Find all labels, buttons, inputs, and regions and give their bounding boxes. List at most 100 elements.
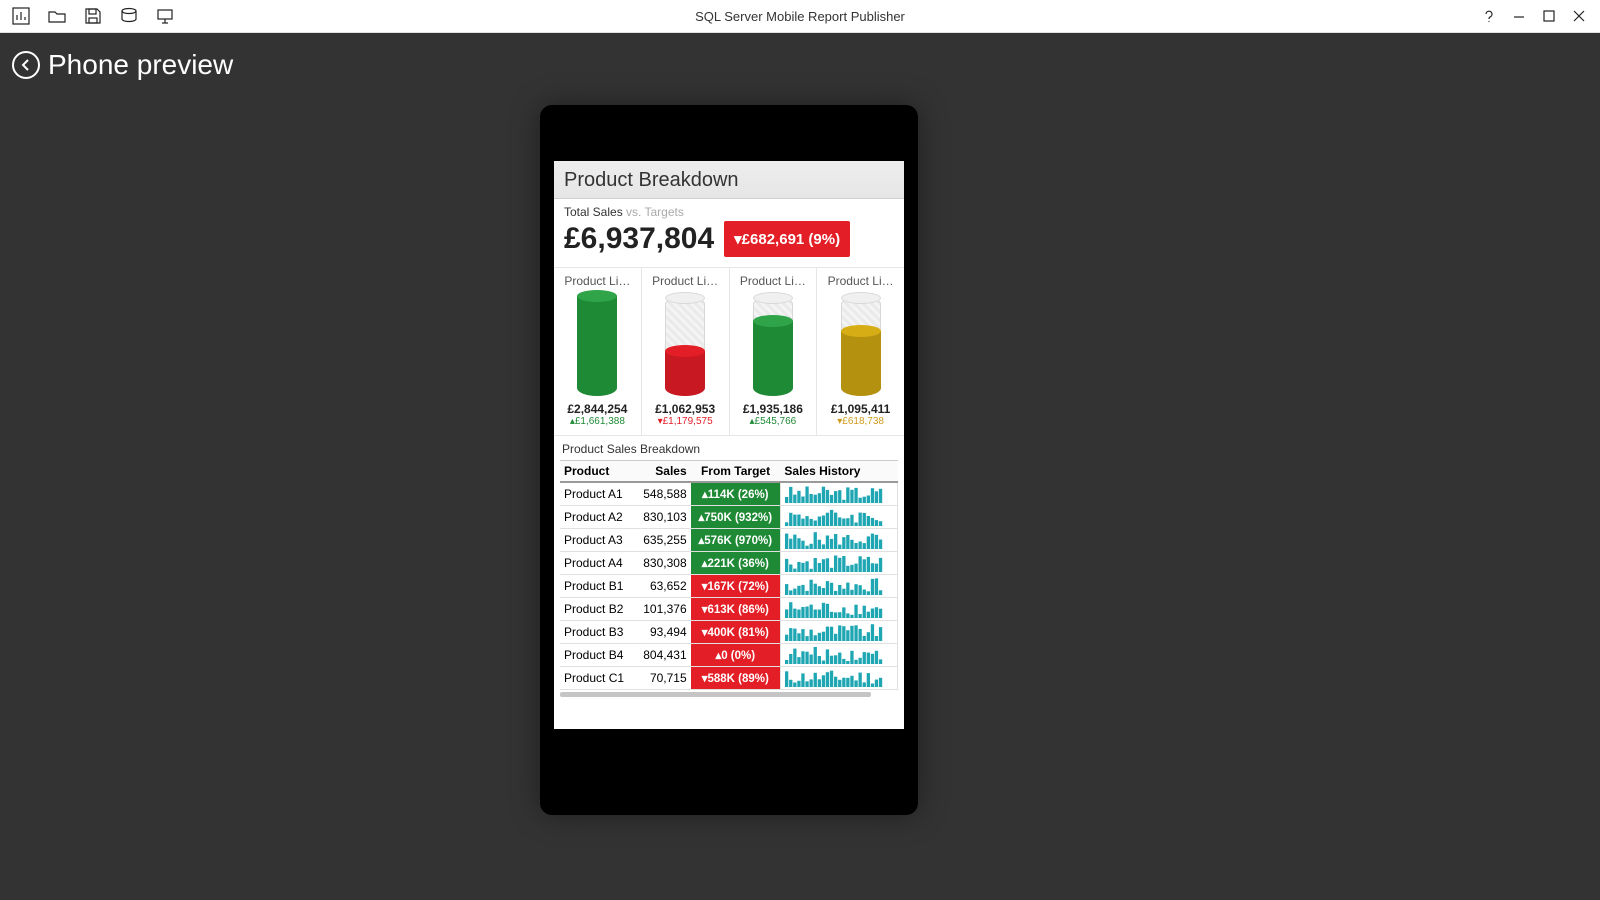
sparkline-icon bbox=[785, 508, 883, 526]
save-icon[interactable] bbox=[84, 7, 102, 25]
cell-sparkline bbox=[780, 552, 897, 575]
report-icon[interactable] bbox=[12, 7, 30, 25]
cylinder-delta: ▾£618,738 bbox=[837, 416, 884, 427]
help-icon[interactable] bbox=[1480, 7, 1498, 25]
cylinder-gauge bbox=[577, 296, 617, 396]
table-row[interactable]: Product A3 635,255 ▴576K (970%) bbox=[560, 529, 898, 552]
sparkline-icon bbox=[785, 531, 883, 549]
cylinder-label: Product Li… bbox=[821, 274, 900, 288]
cell-delta: ▴576K (970%) bbox=[691, 529, 781, 552]
sparkline-icon bbox=[785, 485, 883, 503]
cell-delta: ▾588K (89%) bbox=[691, 667, 781, 690]
cell-sparkline bbox=[780, 667, 897, 690]
table-title: Product Sales Breakdown bbox=[562, 442, 896, 456]
table-row[interactable]: Product A1 548,588 ▴114K (26%) bbox=[560, 482, 898, 506]
titlebar-left-icons bbox=[0, 7, 174, 25]
cell-product: Product A1 bbox=[560, 482, 634, 506]
window-controls bbox=[1480, 7, 1600, 25]
cell-product: Product B1 bbox=[560, 575, 634, 598]
cylinder-card[interactable]: Product Li… £2,844,254 ▴£1,661,388 bbox=[554, 268, 642, 435]
cell-delta: ▴114K (26%) bbox=[691, 482, 781, 506]
cell-sparkline bbox=[780, 644, 897, 667]
sales-table: Product Sales From Target Sales History … bbox=[560, 460, 898, 690]
cylinder-delta: ▴£1,661,388 bbox=[570, 416, 625, 427]
table-row[interactable]: Product B2 101,376 ▾613K (86%) bbox=[560, 598, 898, 621]
table-row[interactable]: Product B4 804,431 ▴0 (0%) bbox=[560, 644, 898, 667]
cell-sales: 93,494 bbox=[634, 621, 690, 644]
maximize-icon[interactable] bbox=[1540, 7, 1558, 25]
totals-panel: Total Sales vs. Targets £6,937,804 ▾£682… bbox=[554, 199, 904, 268]
th-sales[interactable]: Sales bbox=[634, 461, 690, 483]
th-target[interactable]: From Target bbox=[691, 461, 781, 483]
cylinder-card[interactable]: Product Li… £1,062,953 ▾£1,179,575 bbox=[642, 268, 730, 435]
preview-icon[interactable] bbox=[156, 7, 174, 25]
cylinder-row: Product Li… £2,844,254 ▴£1,661,388 Produ… bbox=[554, 268, 904, 436]
phone-frame: Product Breakdown Total Sales vs. Target… bbox=[540, 105, 918, 815]
cylinder-value: £2,844,254 bbox=[567, 402, 627, 416]
horizontal-scrollbar[interactable] bbox=[560, 692, 871, 697]
th-history[interactable]: Sales History bbox=[780, 461, 897, 483]
cell-sales: 830,308 bbox=[634, 552, 690, 575]
app-title: SQL Server Mobile Report Publisher bbox=[695, 9, 905, 24]
preview-header: Phone preview bbox=[12, 49, 233, 81]
sparkline-icon bbox=[785, 623, 883, 641]
cell-delta: ▴750K (932%) bbox=[691, 506, 781, 529]
cell-delta: ▴221K (36%) bbox=[691, 552, 781, 575]
th-product[interactable]: Product bbox=[560, 461, 634, 483]
cell-product: Product A2 bbox=[560, 506, 634, 529]
cell-product: Product C1 bbox=[560, 667, 634, 690]
cylinder-label: Product Li… bbox=[646, 274, 725, 288]
sparkline-icon bbox=[785, 554, 883, 572]
cylinder-value: £1,095,411 bbox=[831, 402, 890, 416]
save-server-icon[interactable] bbox=[120, 7, 138, 25]
sparkline-icon bbox=[785, 600, 883, 618]
cylinder-delta: ▴£545,766 bbox=[750, 416, 797, 427]
preview-title: Phone preview bbox=[48, 49, 233, 81]
cell-sales: 63,652 bbox=[634, 575, 690, 598]
cylinder-gauge bbox=[665, 296, 705, 396]
titlebar: SQL Server Mobile Report Publisher bbox=[0, 0, 1600, 33]
cell-sales: 830,103 bbox=[634, 506, 690, 529]
cell-delta: ▾400K (81%) bbox=[691, 621, 781, 644]
cell-delta: ▴0 (0%) bbox=[691, 644, 781, 667]
close-icon[interactable] bbox=[1570, 7, 1588, 25]
cell-delta: ▾167K (72%) bbox=[691, 575, 781, 598]
sparkline-icon bbox=[785, 577, 883, 595]
cell-product: Product B3 bbox=[560, 621, 634, 644]
table-section: Product Sales Breakdown Product Sales Fr… bbox=[554, 436, 904, 729]
cylinder-label: Product Li… bbox=[734, 274, 813, 288]
table-body: Product A1 548,588 ▴114K (26%) Product A… bbox=[560, 482, 898, 690]
back-button[interactable] bbox=[12, 51, 40, 79]
cell-sales: 70,715 bbox=[634, 667, 690, 690]
totals-label: Total Sales vs. Targets bbox=[564, 205, 894, 219]
cell-sales: 635,255 bbox=[634, 529, 690, 552]
cylinder-delta: ▾£1,179,575 bbox=[658, 416, 713, 427]
workarea: Phone preview Product Breakdown Total Sa… bbox=[0, 33, 1600, 900]
totals-label-sub: vs. Targets bbox=[626, 205, 684, 219]
cylinder-value: £1,062,953 bbox=[655, 402, 715, 416]
table-row[interactable]: Product A2 830,103 ▴750K (932%) bbox=[560, 506, 898, 529]
table-row[interactable]: Product A4 830,308 ▴221K (36%) bbox=[560, 552, 898, 575]
totals-value: £6,937,804 bbox=[564, 222, 714, 256]
cell-sparkline bbox=[780, 598, 897, 621]
cylinder-label: Product Li… bbox=[558, 274, 637, 288]
cell-product: Product B2 bbox=[560, 598, 634, 621]
minimize-icon[interactable] bbox=[1510, 7, 1528, 25]
cylinder-value: £1,935,186 bbox=[743, 402, 803, 416]
table-header-row: Product Sales From Target Sales History bbox=[560, 461, 898, 483]
cell-sales: 101,376 bbox=[634, 598, 690, 621]
table-row[interactable]: Product C1 70,715 ▾588K (89%) bbox=[560, 667, 898, 690]
open-icon[interactable] bbox=[48, 7, 66, 25]
table-row[interactable]: Product B3 93,494 ▾400K (81%) bbox=[560, 621, 898, 644]
table-row[interactable]: Product B1 63,652 ▾167K (72%) bbox=[560, 575, 898, 598]
totals-delta: ▾£682,691 (9%) bbox=[724, 221, 850, 257]
cylinder-card[interactable]: Product Li… £1,095,411 ▾£618,738 bbox=[817, 268, 904, 435]
sparkline-icon bbox=[785, 646, 883, 664]
phone-screen: Product Breakdown Total Sales vs. Target… bbox=[554, 161, 904, 729]
sparkline-icon bbox=[785, 669, 883, 687]
cell-sparkline bbox=[780, 621, 897, 644]
cell-delta: ▾613K (86%) bbox=[691, 598, 781, 621]
cell-product: Product A4 bbox=[560, 552, 634, 575]
cylinder-card[interactable]: Product Li… £1,935,186 ▴£545,766 bbox=[730, 268, 818, 435]
cell-sparkline bbox=[780, 506, 897, 529]
